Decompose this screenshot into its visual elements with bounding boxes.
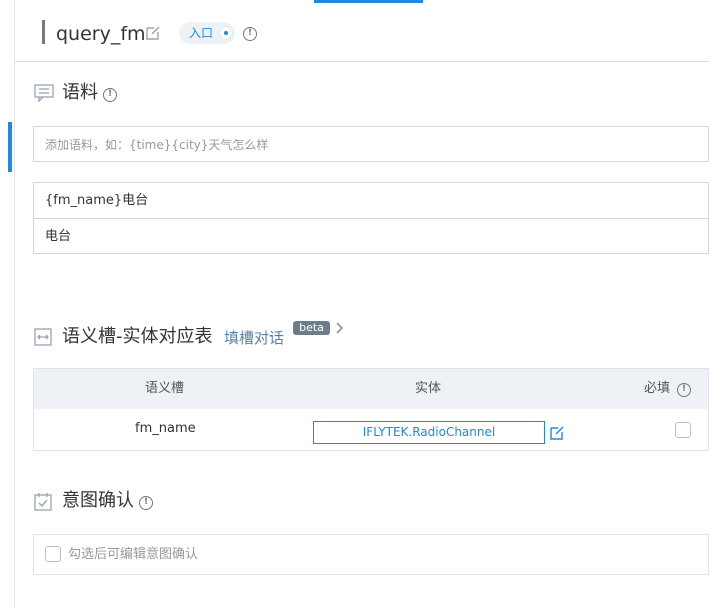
edit-entity-icon[interactable]	[549, 425, 565, 441]
fill-dialog-link[interactable]: 填槽对话	[224, 328, 284, 348]
required-info-icon[interactable]: !	[677, 383, 691, 397]
entry-toggle[interactable]: 入口	[179, 22, 235, 44]
col-required-header: 必填	[644, 381, 671, 396]
col-entity-header: 实体	[415, 381, 442, 396]
header-divider	[15, 61, 709, 62]
corpus-list-icon	[34, 84, 54, 102]
edit-title-icon[interactable]	[145, 25, 161, 41]
corpus-title: 语料	[62, 82, 98, 103]
slot-name-cell: fm_name	[135, 421, 196, 436]
slot-table-header: 语义槽 实体 必填 !	[33, 368, 709, 410]
entity-field[interactable]: IFLYTEK.RadioChannel	[313, 421, 545, 444]
col-slot-header: 语义槽	[145, 381, 185, 396]
chevron-right-icon[interactable]	[335, 320, 345, 339]
intent-confirm-info-icon[interactable]: !	[139, 496, 153, 510]
intent-confirm-title: 意图确认	[62, 490, 134, 511]
corpus-item[interactable]: {fm_name}电台	[33, 182, 709, 219]
slots-title: 语义槽-实体对应表	[62, 326, 213, 347]
entry-info-icon[interactable]: !	[243, 27, 257, 41]
corpus-info-icon[interactable]: !	[103, 88, 117, 102]
toggle-knob	[220, 27, 232, 39]
intent-confirm-label: 勾选后可编辑意图确认	[68, 547, 199, 562]
corpus-item[interactable]: 电台	[33, 218, 709, 254]
slot-mapping-icon	[34, 328, 52, 346]
intent-confirm-icon	[34, 492, 52, 511]
title-marker	[42, 20, 45, 44]
intent-confirm-option[interactable]: 勾选后可编辑意图确认	[33, 534, 709, 575]
active-tab-indicator	[314, 0, 423, 3]
scroll-indicator	[8, 122, 12, 172]
corpus-input-placeholder: 添加语料，如：{time}{city}天气怎么样	[45, 138, 269, 152]
corpus-add-input[interactable]: 添加语料，如：{time}{city}天气怎么样	[33, 126, 709, 162]
toggle-dot	[224, 31, 228, 35]
sidebar-edge	[14, 0, 15, 609]
beta-badge: beta	[293, 321, 330, 335]
page-title: query_fm	[56, 23, 146, 45]
entry-toggle-label: 入口	[189, 26, 214, 40]
required-checkbox[interactable]	[675, 422, 691, 438]
intent-confirm-checkbox[interactable]	[45, 546, 61, 562]
